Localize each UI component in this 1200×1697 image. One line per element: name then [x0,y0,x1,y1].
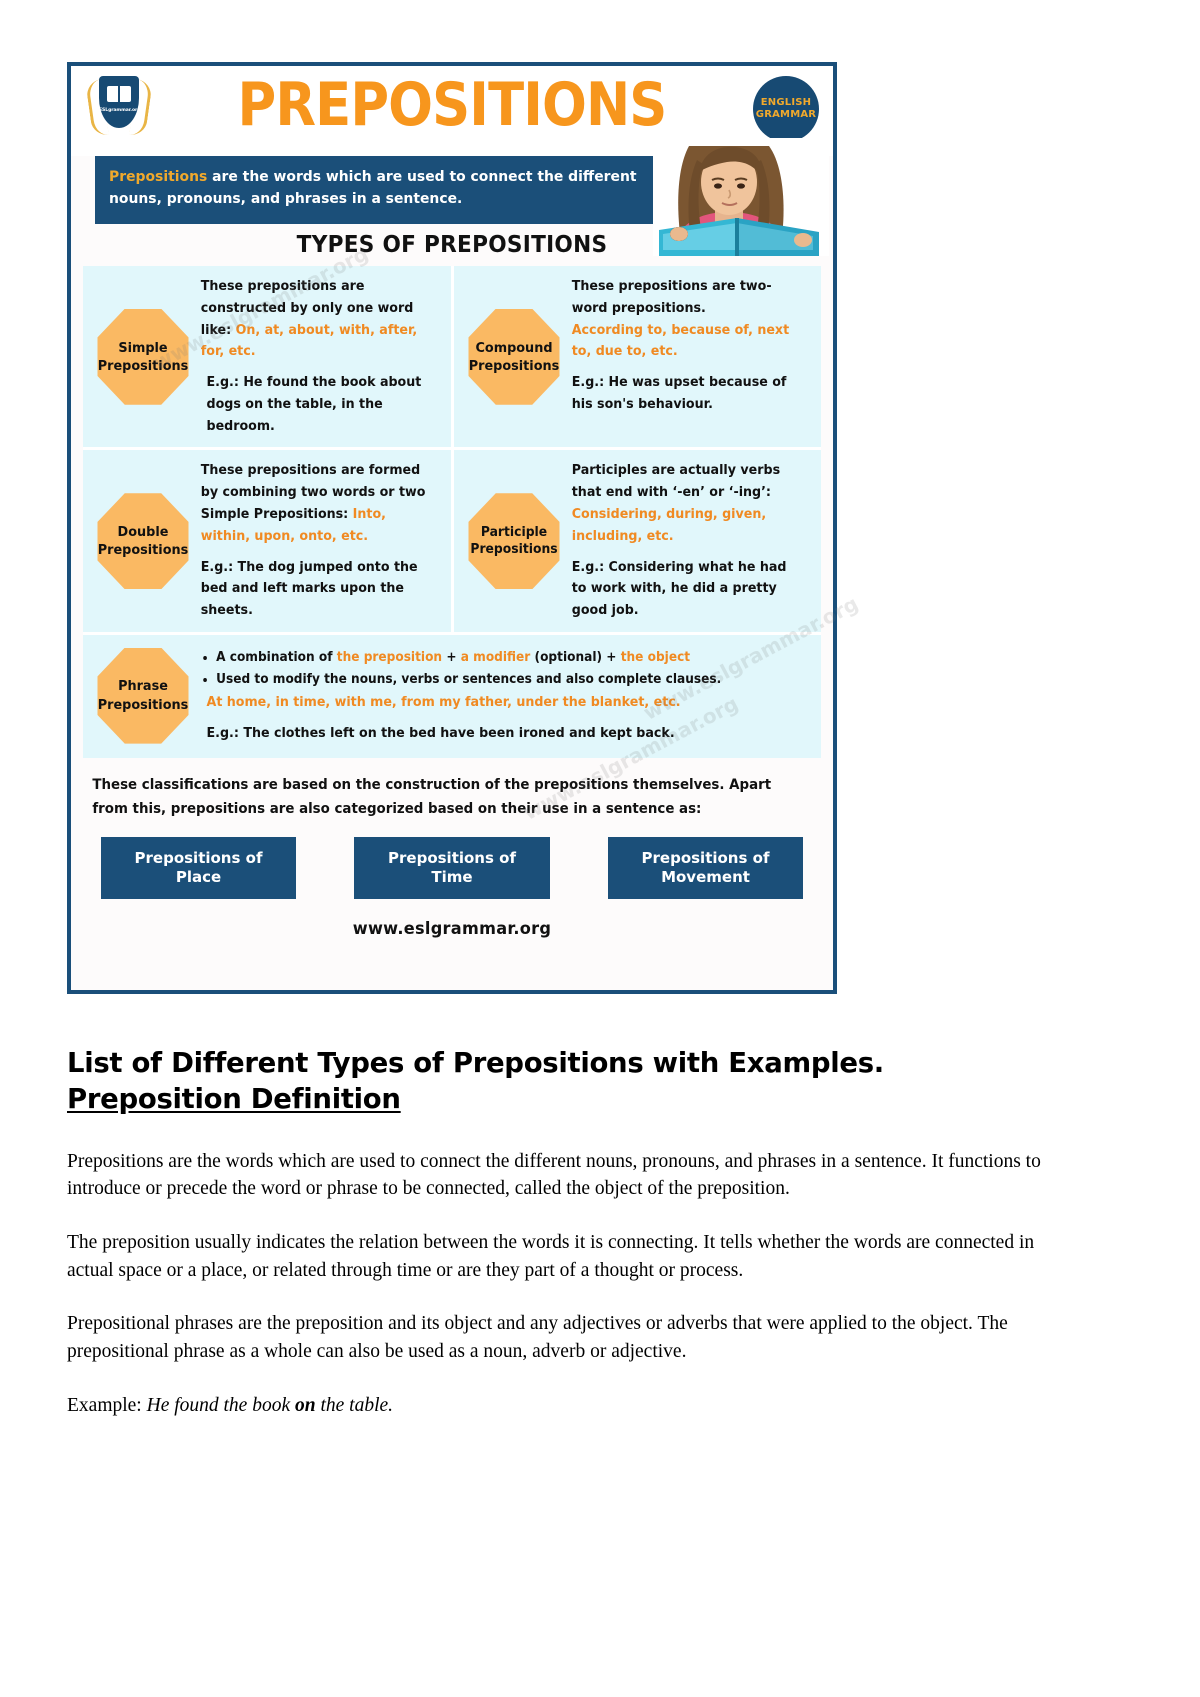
octagon-wrap: Participle Prepositions [462,460,566,621]
definition-highlight: Prepositions [109,169,208,185]
card-example: E.g.: He was upset because of his son's … [571,375,786,412]
poster-site-url: www.eslgrammar.org [352,918,552,939]
bullet1-f: the object [620,649,691,665]
phrase-example: E.g.: The clothes left on the bed have b… [206,725,675,741]
card-body: These prepositions are constructed by on… [195,276,433,437]
octagon-line-2: Prepositions [97,542,189,559]
english-grammar-badge: ENGLISH GRAMMAR [753,76,819,142]
card-simple-prepositions: Simple Prepositions These prepositions a… [83,266,451,447]
article-paragraph: The preposition usually indicates the re… [67,1231,1035,1281]
preposition-types-grid: Simple Prepositions These prepositions a… [83,266,822,759]
octagon-line-1: Compound [474,339,553,356]
card-desc-plain: These prepositions are two-word preposit… [571,279,772,316]
phrase-orange-examples: At home, in time, with me, from my fathe… [206,694,681,710]
pill-prepositions-of-place[interactable]: Prepositions of Place [101,837,296,899]
example-bold: on [295,1394,316,1416]
list-item: Used to modify the nouns, verbs or sente… [216,669,763,691]
bullet1-b: the preposition [336,649,443,665]
octagon-line-1: Phrase [118,678,168,695]
card-body: These prepositions are two-word preposit… [566,276,804,437]
card-double-prepositions: Double Prepositions These prepositions a… [83,450,451,631]
card-desc-plain: These prepositions are formed by combini… [200,463,426,523]
card-desc-plain: Participles are actually verbs that end … [571,463,780,501]
article-body: List of Different Types of Prepositions … [67,1045,1067,1419]
bullet1-e: (optional) + [530,649,621,665]
octagon-line-1: Simple [118,339,168,356]
page-title-line-1: List of Different Types of Prepositions … [67,1047,884,1079]
example-label: Example: [67,1394,147,1416]
octagon-wrap: Double Prepositions [91,460,195,621]
card-body: These prepositions are formed by combini… [195,460,433,621]
card-body: A combination of the preposition + a mod… [195,647,786,744]
card-desc-orange: According to, because of, next to, due t… [571,322,789,360]
card-body: Participles are actually verbs that end … [566,460,804,621]
pill-prepositions-of-movement[interactable]: Prepositions of Movement [608,837,803,899]
octagon-line-1: Participle [480,524,547,540]
page-title: List of Different Types of Prepositions … [67,1045,1067,1118]
infographic-poster: ESLgrammar.org PREPOSITIONS ENGLISH GRAM… [67,62,862,994]
card-compound-prepositions: Compound Prepositions These prepositions… [450,266,822,448]
octagon-wrap: Phrase Prepositions [91,647,195,744]
classification-note: These classifications are based on the c… [92,777,772,817]
preposition-usage-pills: Prepositions of Place Prepositions of Ti… [71,821,833,899]
example-italic-a: He found the book [146,1394,295,1416]
bullet1-c: + [442,649,461,665]
phrase-bullet-list: A combination of the preposition + a mod… [201,647,787,692]
octagon-wrap: Simple Prepositions [91,276,195,437]
octagon-line-2: Prepositions [469,542,558,558]
pill-prepositions-of-time[interactable]: Prepositions of Time [354,837,550,899]
example-italic-b: the table. [315,1394,394,1416]
types-heading: TYPES OF PREPOSITIONS [296,232,608,258]
octagon-label-simple: Simple Prepositions [97,308,189,405]
badge-line-2: GRAMMAR [755,109,817,120]
card-phrase-prepositions: Phrase Prepositions A combination of the… [83,635,821,758]
octagon-wrap: Compound Prepositions [462,276,566,437]
octagon-line-2: Prepositions [468,357,559,374]
article-paragraph: Prepositional phrases are the prepositio… [67,1313,1008,1363]
octagon-label-double: Double Prepositions [97,493,189,590]
list-item: A combination of the preposition + a mod… [216,647,763,669]
grid-row: Phrase Prepositions A combination of the… [83,634,821,759]
page-title-line-2: Preposition Definition [67,1083,401,1116]
card-example: E.g.: He found the book about dogs on th… [206,375,422,434]
bullet1-a: A combination of [216,649,337,665]
octagon-label-compound: Compound Prepositions [467,308,560,405]
octagon-line-2: Prepositions [97,357,189,374]
card-example: E.g.: The dog jumped onto the bed and le… [200,559,418,619]
article-paragraph: Prepositions are the words which are use… [67,1150,1041,1200]
octagon-label-participle: Participle Prepositions [467,493,560,590]
card-desc-orange: Considering, during, given, including, e… [571,507,766,544]
card-example: E.g.: Considering what he had to work wi… [571,559,786,619]
octagon-label-phrase: Phrase Prepositions [97,647,189,744]
octagon-line-2: Prepositions [97,696,189,713]
bullet1-d: a modifier [460,649,531,665]
poster-title: PREPOSITIONS [237,70,668,140]
grid-row: Simple Prepositions These prepositions a… [83,266,822,451]
grid-row: Double Prepositions These prepositions a… [83,450,822,635]
badge-line-1: ENGLISH [760,96,812,108]
octagon-line-1: Double [117,523,169,540]
card-participle-prepositions: Participle Prepositions Participles are … [450,450,822,632]
article-example: Example: He found the book on the table. [67,1392,1067,1420]
